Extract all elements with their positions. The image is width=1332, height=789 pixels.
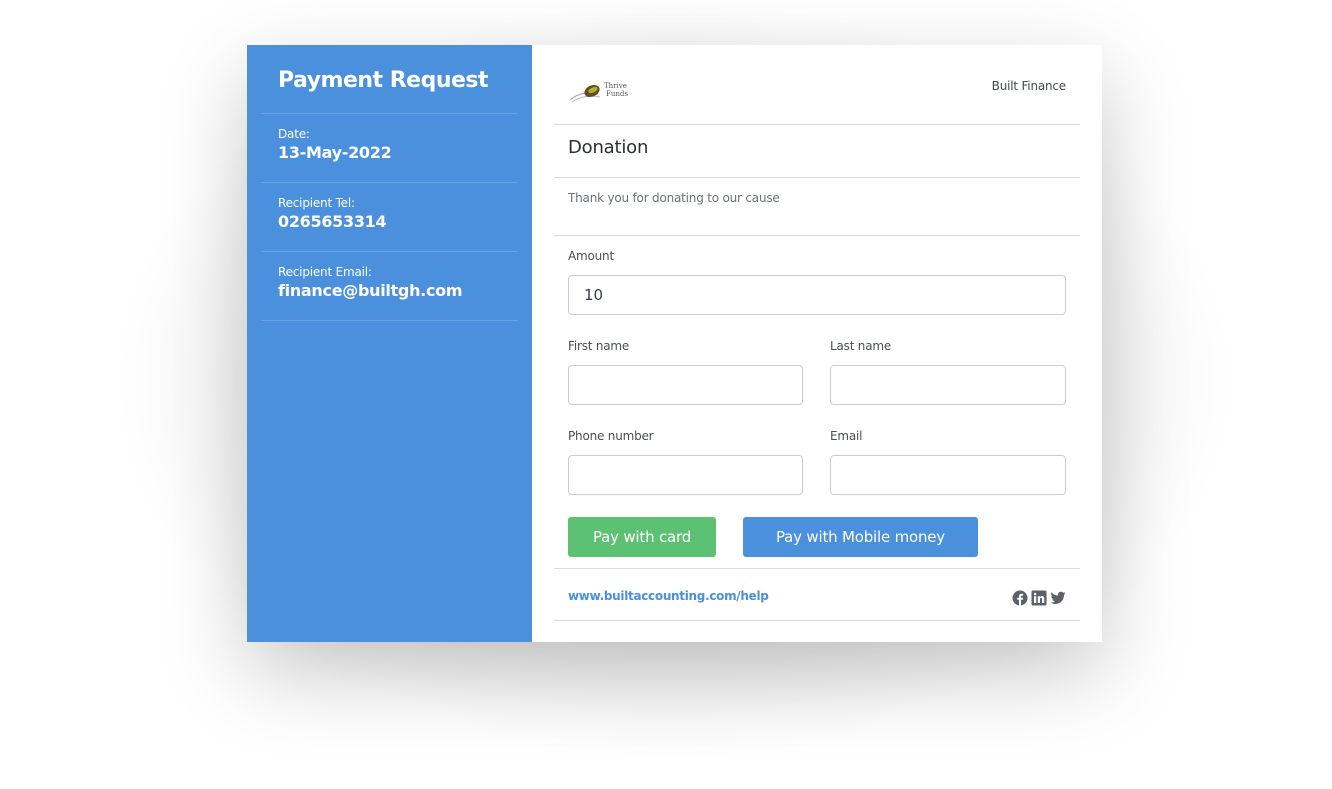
last-name-label: Last name <box>830 339 892 353</box>
email-label: Email <box>830 429 863 443</box>
pay-with-card-button[interactable]: Pay with card <box>568 517 716 557</box>
sidebar-title: Payment Request <box>278 68 489 93</box>
pay-with-mobile-money-button[interactable]: Pay with Mobile money <box>743 517 978 557</box>
recipient-email-value: finance@builtgh.com <box>278 281 463 300</box>
footer: www.builtaccounting.com/help <box>554 568 1080 621</box>
payment-card: Payment Request Date: 13-May-2022 Recipi… <box>247 45 1102 642</box>
company-name: Built Finance <box>991 79 1067 93</box>
date-label: Date: <box>278 127 310 141</box>
twitter-icon[interactable] <box>1050 590 1066 606</box>
facebook-icon[interactable] <box>1012 590 1028 606</box>
logo-text-line1: Thrive <box>604 82 627 90</box>
amount-label: Amount <box>568 249 614 263</box>
main-panel: Thrive Funds Built Finance Donation Than… <box>532 45 1102 642</box>
logo-text-line2: Funds <box>606 90 628 98</box>
social-links <box>1012 590 1066 606</box>
sidebar: Payment Request Date: 13-May-2022 Recipi… <box>247 45 532 642</box>
form-title-row: Donation <box>554 125 1080 178</box>
thrive-funds-logo: Thrive Funds <box>569 82 628 103</box>
description-row: Thank you for donating to our cause <box>554 178 1080 236</box>
recipient-tel-info: Recipient Tel: 0265653314 <box>247 183 532 251</box>
phone-label: Phone number <box>568 429 654 443</box>
date-value: 13-May-2022 <box>278 143 392 162</box>
divider <box>261 320 518 321</box>
recipient-tel-value: 0265653314 <box>278 212 387 231</box>
page-backdrop: Payment Request Date: 13-May-2022 Recipi… <box>0 0 1332 789</box>
amount-input[interactable] <box>568 275 1066 315</box>
recipient-tel-label: Recipient Tel: <box>278 196 355 210</box>
linkedin-icon[interactable] <box>1031 590 1047 606</box>
last-name-input[interactable] <box>830 365 1066 405</box>
form-title: Donation <box>568 137 649 158</box>
recipient-email-label: Recipient Email: <box>278 265 372 279</box>
help-link[interactable]: www.builtaccounting.com/help <box>568 589 769 603</box>
recipient-email-info: Recipient Email: finance@builtgh.com <box>247 252 532 320</box>
email-input[interactable] <box>830 455 1066 495</box>
first-name-label: First name <box>568 339 630 353</box>
header: Thrive Funds Built Finance <box>554 45 1080 125</box>
date-info: Date: 13-May-2022 <box>247 114 532 182</box>
form-description: Thank you for donating to our cause <box>568 191 780 205</box>
first-name-input[interactable] <box>568 365 803 405</box>
phone-input[interactable] <box>568 455 803 495</box>
